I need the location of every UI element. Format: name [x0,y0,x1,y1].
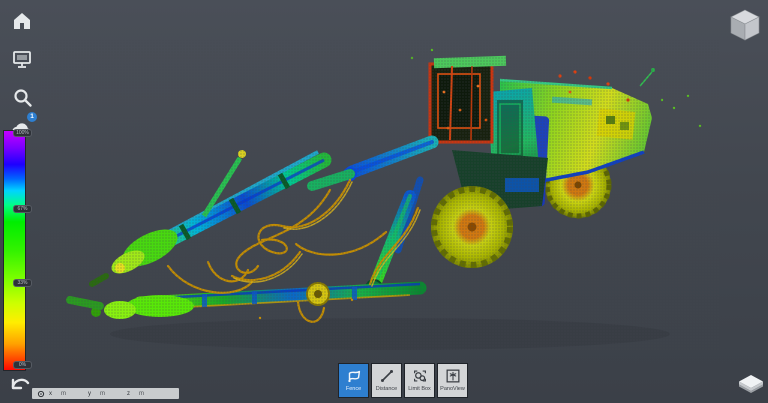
legend-handle[interactable]: 0% [13,361,32,369]
panoview-icon [446,369,459,383]
limit-box-button[interactable]: Limit Box [404,363,435,398]
limit-box-icon [413,370,426,382]
measure-toolbar: Fence Distance Limit Box PanoView [338,363,468,398]
undo-view-button[interactable] [7,373,31,395]
distance-icon [380,369,393,383]
distance-button[interactable]: Distance [371,363,402,398]
home-button[interactable] [9,8,35,34]
legend-handle[interactable]: 67% [13,205,32,213]
display-icon [13,51,31,68]
search-button[interactable] [9,84,35,110]
drill-rig-point-cloud [40,40,720,350]
layers-icon [739,375,763,393]
base-plane-button[interactable] [737,372,765,398]
coordinate-status-bar: xm ym zm [32,388,179,399]
coord-z: zm [127,390,144,397]
back-arrow-icon [11,378,30,390]
viewer-window: 1 100% 67% 33% 0% xm ym zm Fence Distanc… [0,0,768,403]
panoview-label: PanoView [440,386,465,392]
crosshair-icon [37,390,45,397]
search-icon [13,88,32,107]
intensity-legend[interactable]: 100% 67% 33% 0% [3,129,32,371]
fence-button[interactable]: Fence [338,363,369,398]
panoview-button[interactable]: PanoView [437,363,468,398]
distance-label: Distance [375,386,398,392]
navigation-cube[interactable] [726,6,764,44]
fence-label: Fence [345,386,362,392]
legend-handle[interactable]: 33% [13,279,32,287]
home-icon [14,13,30,29]
navigation-cube-icon [730,9,760,41]
cloud-badge: 1 [27,112,37,122]
coord-x: xm [49,390,66,397]
display-button[interactable] [9,46,35,72]
coord-y: ym [88,390,105,397]
legend-handle[interactable]: 100% [13,129,32,137]
point-speckle-overlay [40,40,720,350]
limit-box-label: Limit Box [408,386,431,392]
fence-icon [347,370,360,383]
